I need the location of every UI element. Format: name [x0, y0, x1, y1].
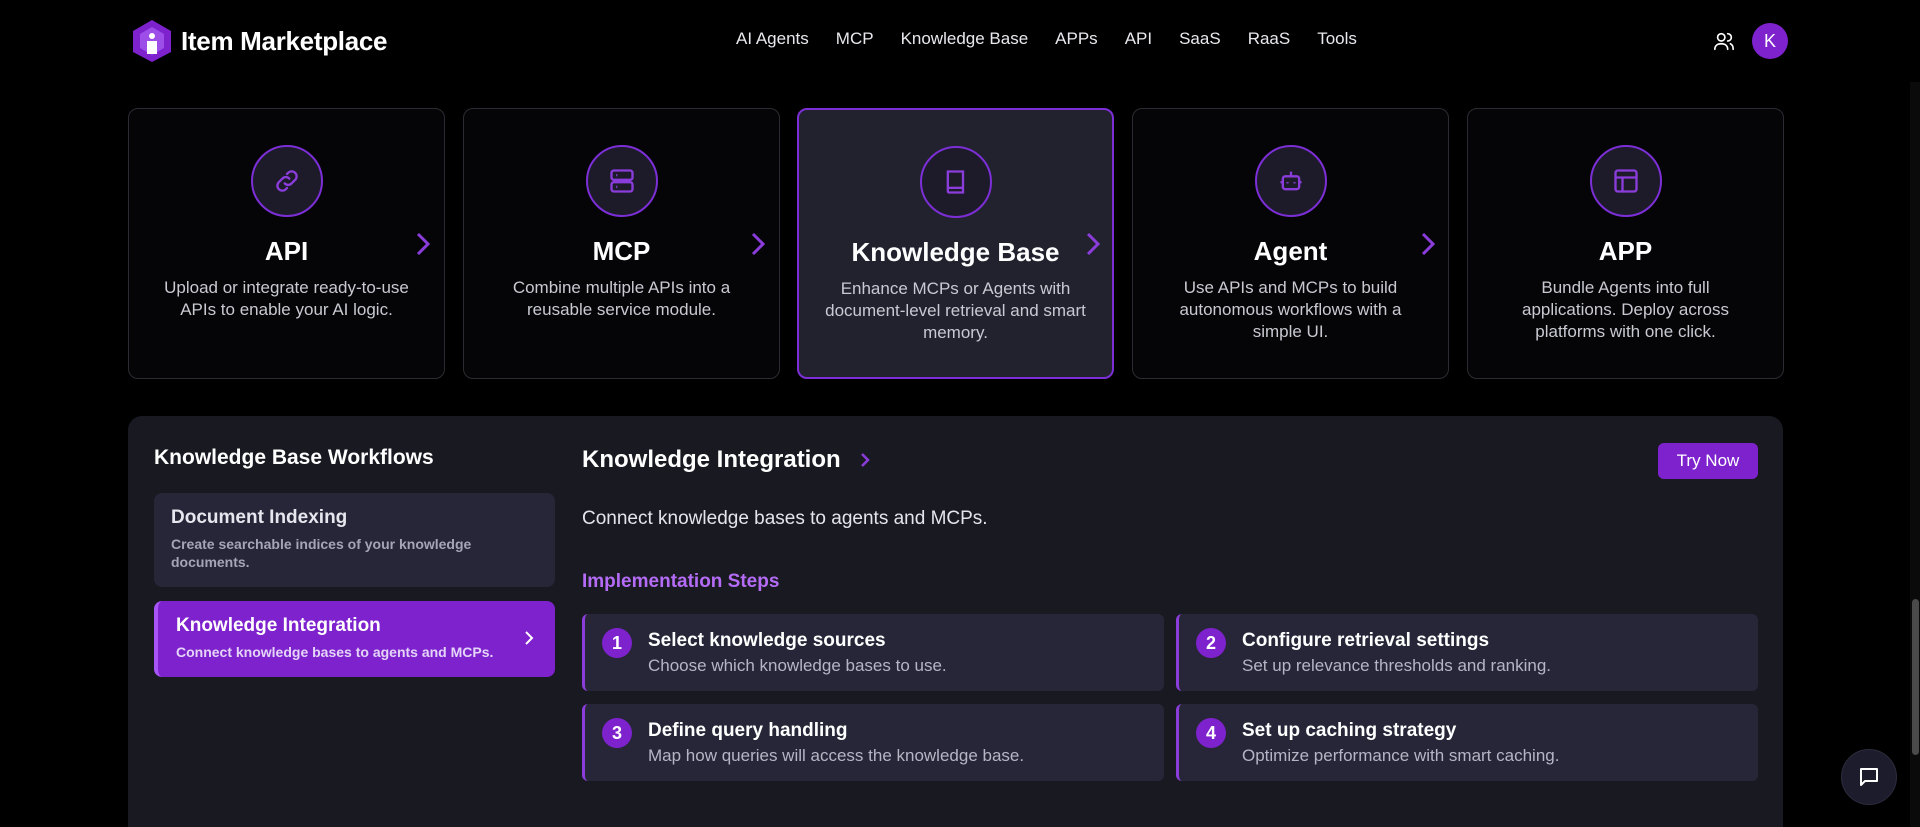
workflow-document-indexing[interactable]: Document Indexing Create searchable indi… [154, 493, 555, 587]
step-desc: Choose which knowledge bases to use. [648, 656, 947, 675]
avatar[interactable]: K [1752, 23, 1788, 59]
step-title: Set up caching strategy [1242, 720, 1457, 741]
workflow-title: Document Indexing [171, 507, 348, 528]
brand[interactable]: Item Marketplace [131, 19, 387, 63]
step-desc: Map how queries will access the knowledg… [648, 746, 1025, 765]
robot-icon [1254, 145, 1327, 217]
detail-title-text: Knowledge Integration [582, 446, 841, 473]
nav-mcp[interactable]: MCP [836, 29, 874, 49]
step-number: 3 [602, 718, 632, 748]
chat-icon [1860, 768, 1878, 786]
nav-ai-agents[interactable]: AI Agents [736, 29, 809, 49]
step-number: 2 [1196, 628, 1226, 658]
nav-apps[interactable]: APPs [1055, 29, 1098, 49]
workflows-title: Knowledge Base Workflows [154, 446, 434, 469]
chevron-right-icon [860, 453, 870, 467]
card-desc: Upload or integrate ready-to-use APIs to… [164, 278, 409, 319]
server-icon [585, 145, 658, 217]
page-scrollbar[interactable] [1910, 82, 1920, 827]
card-knowledge-base[interactable]: Knowledge Base Enhance MCPs or Agents wi… [797, 108, 1114, 379]
chat-button[interactable] [1841, 749, 1897, 805]
users-icon[interactable] [1713, 30, 1735, 52]
step-number: 4 [1196, 718, 1226, 748]
workflow-knowledge-integration[interactable]: Knowledge Integration Connect knowledge … [154, 601, 555, 677]
try-now-button[interactable]: Try Now [1658, 443, 1758, 479]
nav-api[interactable]: API [1125, 29, 1152, 49]
card-api[interactable]: API Upload or integrate ready-to-use API… [128, 108, 445, 379]
card-desc: Use APIs and MCPs to build autonomous wo… [1179, 278, 1402, 341]
step-card: 2 Configure retrieval settings Set up re… [1176, 614, 1758, 691]
step-title: Select knowledge sources [648, 630, 886, 651]
card-title: Agent [1253, 236, 1328, 266]
nav-tools[interactable]: Tools [1317, 29, 1357, 49]
step-card: 3 Define query handling Map how queries … [582, 704, 1164, 781]
chevron-right-icon [1086, 232, 1101, 256]
brand-name: Item Marketplace [181, 25, 388, 56]
card-app[interactable]: APP Bundle Agents into full applications… [1467, 108, 1784, 379]
card-desc: Bundle Agents into full applications. De… [1522, 278, 1729, 341]
chevron-right-icon [416, 232, 431, 256]
card-desc: Combine multiple APIs into a reusable se… [512, 278, 731, 319]
main-nav: AI Agents MCP Knowledge Base APPs API Sa… [736, 29, 1384, 49]
step-title: Define query handling [648, 720, 848, 741]
card-title: Knowledge Base [851, 237, 1060, 267]
card-agent[interactable]: Agent Use APIs and MCPs to build autonom… [1132, 108, 1449, 379]
top-header: Item Marketplace AI Agents MCP Knowledge… [0, 0, 1920, 82]
logo-icon [133, 20, 171, 62]
workflow-desc: Create searchable indices of your knowle… [171, 536, 472, 570]
link-icon [250, 145, 323, 217]
step-desc: Optimize performance with smart caching. [1242, 746, 1560, 765]
layout-icon [1589, 145, 1662, 217]
step-card: 1 Select knowledge sources Choose which … [582, 614, 1164, 691]
workflows-panel: Knowledge Base Workflows Document Indexi… [128, 416, 1783, 827]
book-icon [919, 146, 992, 218]
chevron-right-icon [751, 232, 766, 256]
nav-knowledge-base[interactable]: Knowledge Base [901, 29, 1029, 49]
nav-raas[interactable]: RaaS [1248, 29, 1291, 49]
card-title: MCP [592, 236, 651, 266]
nav-saas[interactable]: SaaS [1179, 29, 1221, 49]
step-desc: Set up relevance thresholds and ranking. [1242, 656, 1552, 675]
card-desc: Enhance MCPs or Agents with document-lev… [825, 279, 1086, 342]
step-title: Configure retrieval settings [1242, 630, 1490, 651]
detail-desc: Connect knowledge bases to agents and MC… [582, 508, 988, 529]
card-title: API [264, 236, 309, 266]
chevron-right-icon [1421, 232, 1436, 256]
steps-heading: Implementation Steps [582, 571, 780, 592]
chevron-right-icon [525, 631, 534, 645]
scrollbar-thumb[interactable] [1912, 599, 1919, 755]
step-number: 1 [602, 628, 632, 658]
card-mcp[interactable]: MCP Combine multiple APIs into a reusabl… [463, 108, 780, 379]
detail-title[interactable]: Knowledge Integration [582, 446, 871, 474]
workflow-title: Knowledge Integration [176, 615, 381, 636]
workflow-desc: Connect knowledge bases to agents and MC… [176, 644, 494, 660]
step-card: 4 Set up caching strategy Optimize perfo… [1176, 704, 1758, 781]
card-title: APP [1598, 236, 1653, 266]
